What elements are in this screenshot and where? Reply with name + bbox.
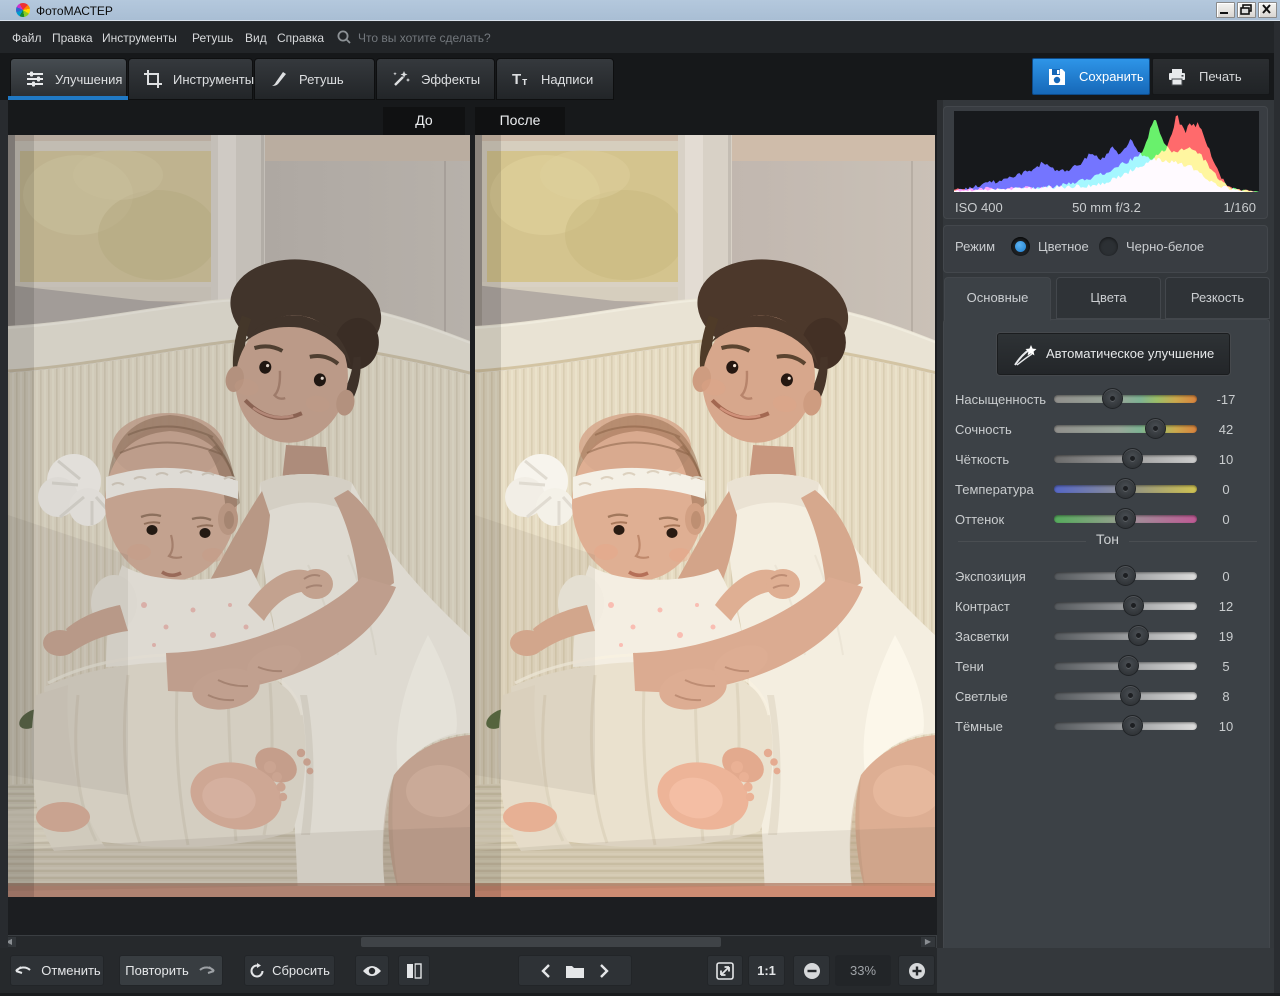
svg-text:T: T bbox=[512, 71, 521, 88]
svg-text:т: т bbox=[522, 76, 528, 88]
